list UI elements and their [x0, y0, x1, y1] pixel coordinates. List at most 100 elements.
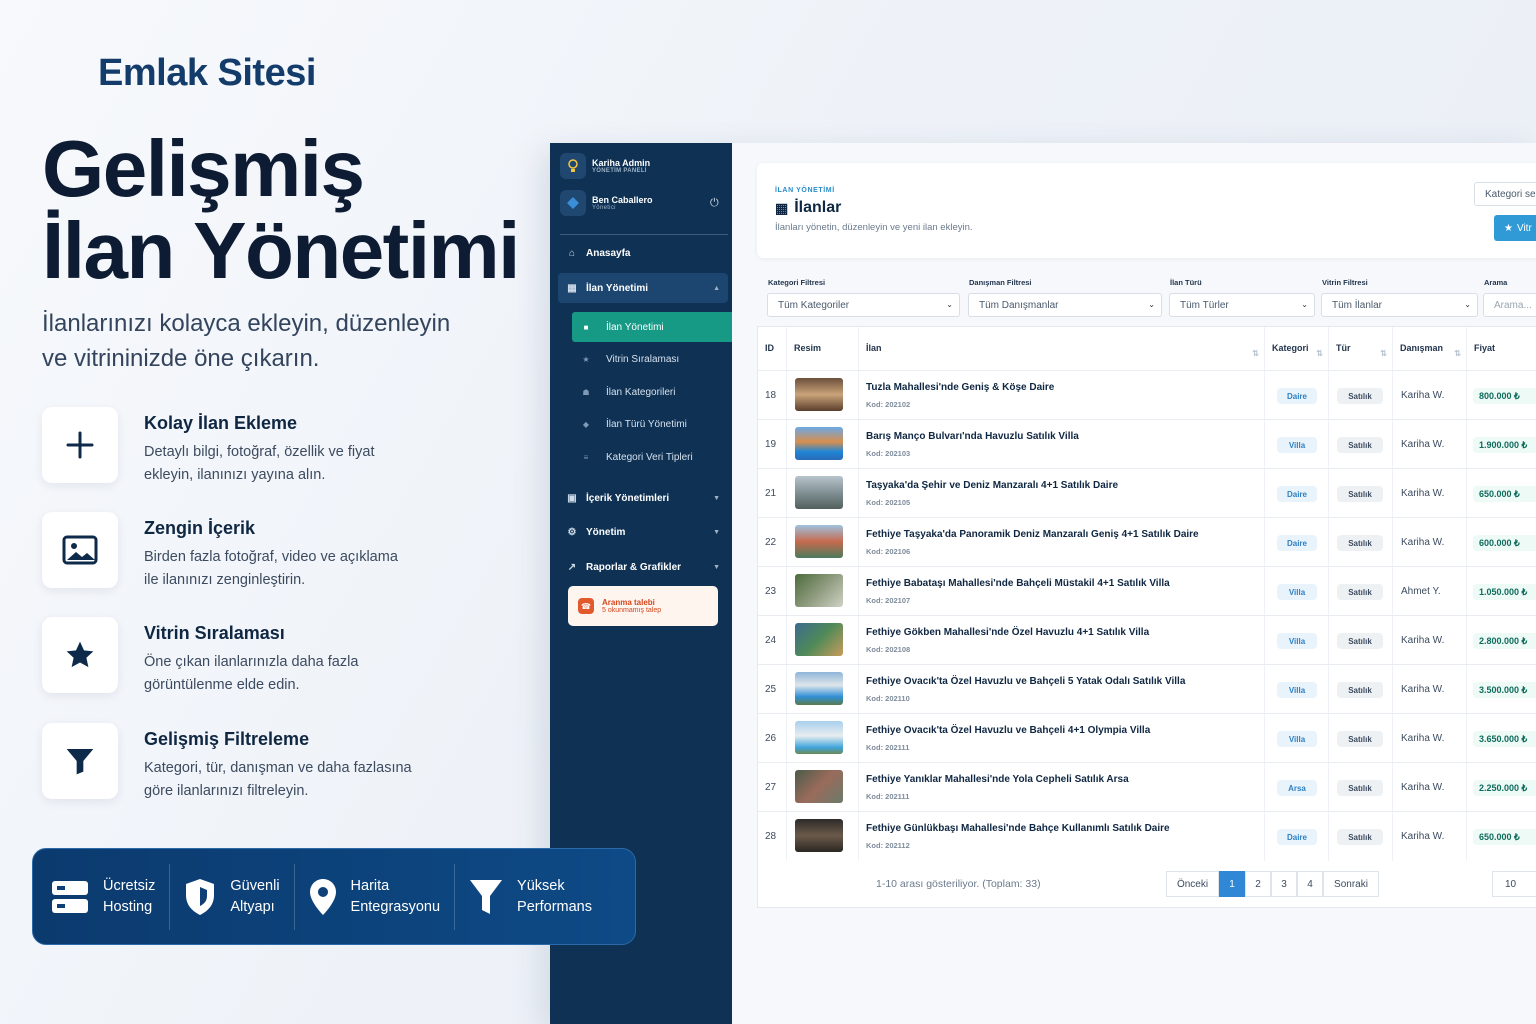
call-request-card[interactable]: ☎ Aranma talebi 5 okunmamış talep	[568, 586, 718, 626]
table-row[interactable]: 26 Fethiye Ovacık'ta Özel Havuzlu ve Bahç…	[758, 713, 1536, 763]
next-page-button[interactable]: Sonraki	[1323, 871, 1379, 897]
pagination-bar: 1-10 arası gösteriliyor. (Toplam: 33) Ön…	[757, 863, 1536, 908]
col-header-category[interactable]: Kategori ⇅	[1265, 327, 1329, 370]
subnav-listing-management[interactable]: ■ İlan Yönetimi	[572, 312, 732, 342]
listing-title[interactable]: Fethiye Gökben Mahallesi'nde Özel Havuzl…	[866, 627, 1149, 638]
star-icon: ★	[582, 354, 590, 364]
table-row[interactable]: 28 Fethiye Günlükbaşı Mahallesi'nde Bahçe…	[758, 811, 1536, 861]
user-name: Ben Caballero	[592, 195, 653, 205]
table-row[interactable]: 24 Fethiye Gökben Mahallesi'nde Özel Havu…	[758, 615, 1536, 665]
price-badge: 2.250.000 ₺	[1473, 780, 1536, 796]
col-header-type[interactable]: Tür ⇅	[1329, 327, 1393, 370]
subnav-category-data-types[interactable]: ≡ Kategori Veri Tipleri	[572, 442, 732, 472]
shield-icon	[186, 878, 215, 915]
page-size-select[interactable]: 10	[1492, 871, 1536, 897]
table-row[interactable]: 21 Taşyaka'da Şehir ve Deniz Manzaralı 4+…	[758, 468, 1536, 518]
feature-easy-add: Kolay İlan Ekleme Detaylı bilgi, fotoğra…	[42, 407, 522, 487]
star-icon	[42, 617, 118, 693]
feature-desc: Öne çıkan ilanlarınızla daha fazla görünt…	[144, 654, 359, 693]
listing-code: Kod: 202105	[866, 498, 911, 507]
page-button-3[interactable]: 3	[1271, 871, 1297, 897]
nav-content[interactable]: ▣ İçerik Yönetimleri ▼	[558, 483, 728, 513]
listing-code: Kod: 202111	[866, 792, 910, 801]
listing-title[interactable]: Fethiye Günlükbaşı Mahallesi'nde Bahçe K…	[866, 823, 1170, 834]
sort-icon: ⇅	[1454, 349, 1461, 358]
table-row[interactable]: 22 Fethiye Taşyaka'da Panoramik Deniz Man…	[758, 517, 1536, 567]
subnav-listing-categories[interactable]: ☗ İlan Kategorileri	[572, 377, 732, 407]
listing-thumbnail[interactable]	[795, 672, 843, 705]
search-input[interactable]: Arama...	[1483, 293, 1536, 317]
agent-name: Kariha W.	[1401, 733, 1445, 744]
table-row[interactable]: 27 Fethiye Yanıklar Mahallesi'nde Yola Ce…	[758, 762, 1536, 812]
subnav-listing-types[interactable]: ◆ İlan Türü Yönetimi	[572, 409, 732, 439]
listing-thumbnail[interactable]	[795, 427, 843, 460]
nav-reports[interactable]: ↗ Raporlar & Grafikler ▼	[558, 552, 728, 582]
listing-thumbnail[interactable]	[795, 476, 843, 509]
listing-title[interactable]: Fethiye Ovacık'ta Özel Havuzlu ve Bahçel…	[866, 725, 1150, 736]
nav-home[interactable]: ⌂ Anasayfa	[558, 238, 728, 268]
type-badge: Satılık	[1337, 437, 1383, 453]
category-filter-select[interactable]: Tüm Kategoriler ⌄	[767, 293, 960, 317]
agent-filter-select[interactable]: Tüm Danışmanlar ⌄	[968, 293, 1162, 317]
table-row[interactable]: 23 Fethiye Babataşı Mahallesi'nde Bahçeli…	[758, 566, 1536, 616]
sort-icon: ⇅	[1380, 349, 1387, 358]
table-row[interactable]: 19 Barış Manço Bulvarı'nda Havuzlu Satılı…	[758, 419, 1536, 469]
listing-thumbnail[interactable]	[795, 770, 843, 803]
listing-title[interactable]: Fethiye Ovacık'ta Özel Havuzlu ve Bahçel…	[866, 676, 1185, 687]
power-icon[interactable]: ⏻	[710, 197, 719, 210]
row-id: 19	[765, 439, 777, 450]
showcase-filter-select[interactable]: Tüm İlanlar ⌄	[1321, 293, 1478, 317]
page-button-1[interactable]: 1	[1219, 871, 1245, 897]
chevron-down-icon: ⌄	[946, 300, 953, 309]
nav-management[interactable]: ⚙ Yönetim ▼	[558, 517, 728, 547]
type-filter-select[interactable]: Tüm Türler ⌄	[1169, 293, 1315, 317]
category-select-top[interactable]: Kategori se	[1474, 182, 1536, 206]
listing-title[interactable]: Tuzla Mahallesi'nde Geniş & Köşe Daire	[866, 382, 1054, 393]
page-button-4[interactable]: 4	[1297, 871, 1323, 897]
listing-code: Kod: 202111	[866, 743, 910, 752]
listings-table: ID Resim İlan ⇅ Kategori ⇅ Tür ⇅ Danışman ⇅ …	[757, 326, 1536, 906]
listing-thumbnail[interactable]	[795, 819, 843, 852]
listing-thumbnail[interactable]	[795, 525, 843, 558]
nav-listing-management[interactable]: ▦ İlan Yönetimi ▲	[558, 273, 728, 303]
listing-thumbnail[interactable]	[795, 623, 843, 656]
page-button-2[interactable]: 2	[1245, 871, 1271, 897]
feature-desc: Detaylı bilgi, fotoğraf, özellik ve fiya…	[144, 444, 375, 483]
showcase-button[interactable]: ★ Vitr	[1494, 215, 1536, 241]
filter-label: İlan Türü	[1170, 278, 1202, 287]
listing-title[interactable]: Fethiye Taşyaka'da Panoramik Deniz Manza…	[866, 529, 1199, 540]
listing-title[interactable]: Fethiye Yanıklar Mahallesi'nde Yola Ceph…	[866, 774, 1129, 785]
plus-icon	[42, 407, 118, 483]
col-header-listing[interactable]: İlan ⇅	[859, 327, 1265, 370]
highlights-bar: Ücretsiz Hosting Güvenli Altyapı Harita Ent…	[32, 848, 636, 945]
listing-thumbnail[interactable]	[795, 721, 843, 754]
row-id: 21	[765, 488, 777, 499]
user-role: Yönetici	[592, 205, 616, 211]
subnav-showcase-order[interactable]: ★ Vitrin Sıralaması	[572, 344, 732, 374]
listing-title[interactable]: Fethiye Babataşı Mahallesi'nde Bahçeli M…	[866, 578, 1170, 589]
table-row[interactable]: 18 Tuzla Mahallesi'nde Geniş & Köşe Daire…	[758, 370, 1536, 420]
category-badge: Daire	[1277, 388, 1317, 404]
building-icon: ▦	[567, 282, 577, 294]
table-row[interactable]: 25 Fethiye Ovacık'ta Özel Havuzlu ve Bahç…	[758, 664, 1536, 714]
type-badge: Satılık	[1337, 829, 1383, 845]
col-header-id[interactable]: ID	[758, 327, 787, 370]
price-badge: 650.000 ₺	[1473, 829, 1536, 845]
row-id: 24	[765, 635, 777, 646]
listing-thumbnail[interactable]	[795, 574, 843, 607]
col-header-agent[interactable]: Danışman ⇅	[1393, 327, 1467, 370]
hero-subtitle: İlanlarınızı kolayca ekleyin, düzenleyin…	[42, 306, 512, 376]
feature-title: Gelişmiş Filtreleme	[144, 729, 310, 749]
agent-name: Kariha W.	[1401, 831, 1445, 842]
agent-name: Kariha W.	[1401, 782, 1445, 793]
listing-title[interactable]: Taşyaka'da Şehir ve Deniz Manzaralı 4+1 …	[866, 480, 1118, 491]
listing-title[interactable]: Barış Manço Bulvarı'nda Havuzlu Satılık …	[866, 431, 1079, 442]
listing-code: Kod: 202110	[866, 694, 910, 703]
prev-page-button[interactable]: Önceki	[1166, 871, 1219, 897]
phone-icon: ☎	[578, 598, 594, 614]
page-eyebrow: İLAN YÖNETİMİ	[775, 187, 835, 194]
user-profile[interactable]: Ben Caballero Yönetici	[560, 190, 653, 216]
type-badge: Satılık	[1337, 584, 1383, 600]
listing-thumbnail[interactable]	[795, 378, 843, 411]
col-header-price[interactable]: Fiyat	[1467, 327, 1536, 370]
